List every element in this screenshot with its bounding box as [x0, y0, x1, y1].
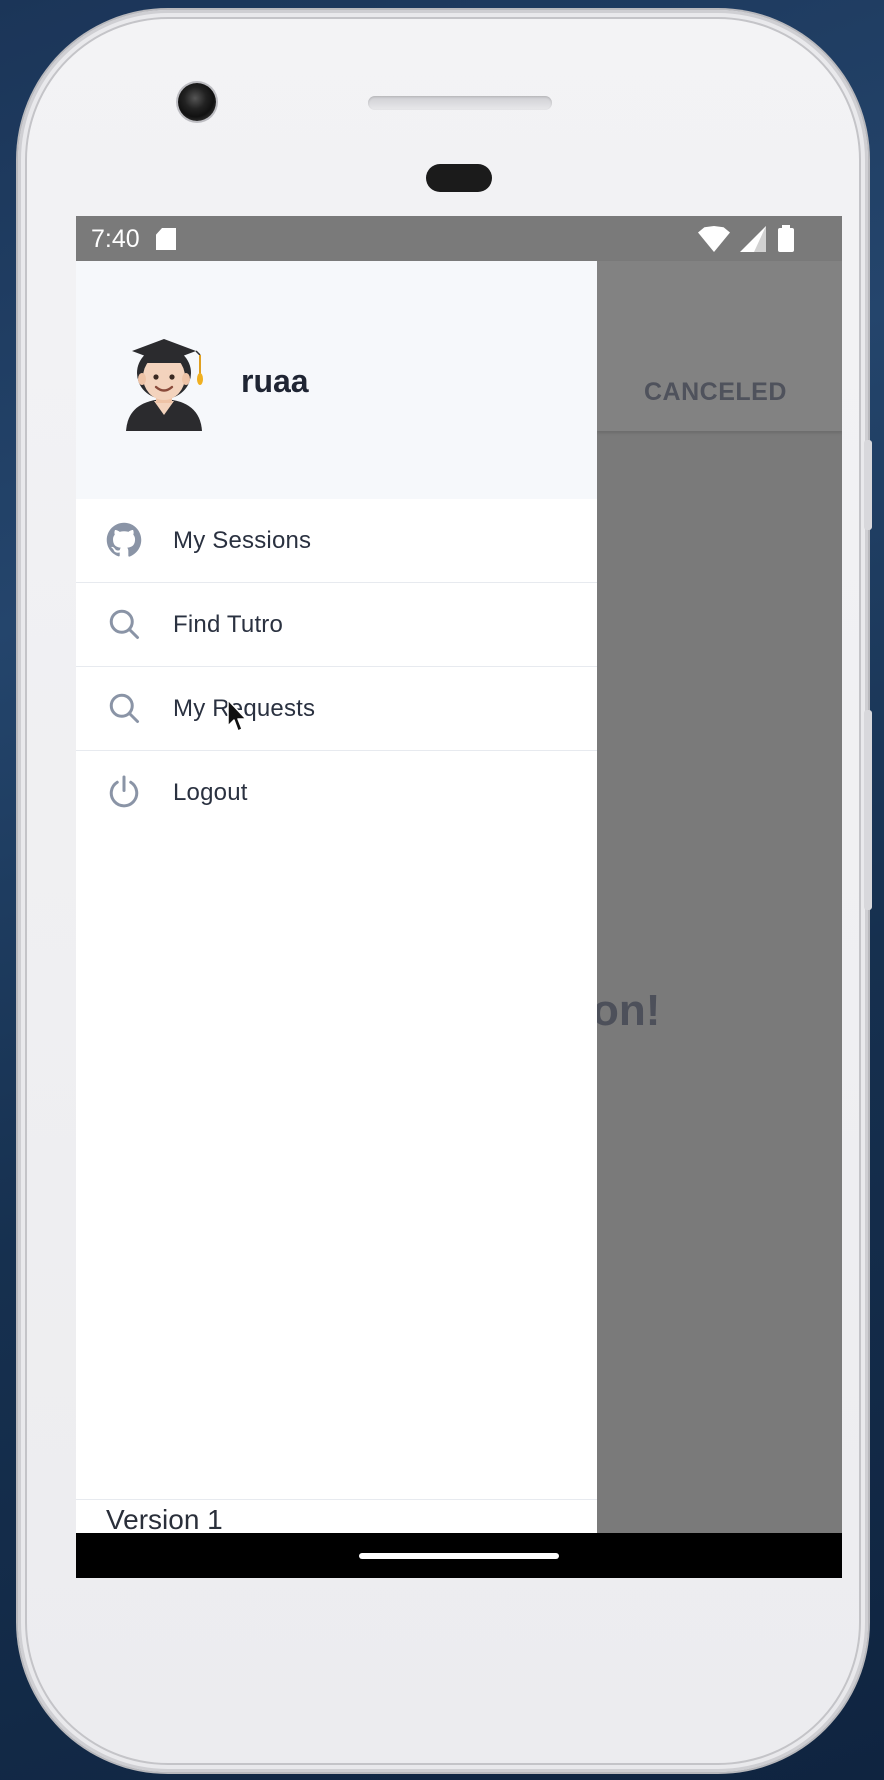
search-icon: [109, 693, 139, 723]
mouse-cursor-icon: [227, 699, 247, 732]
tab-canceled: CANCELED: [644, 378, 787, 406]
background-heading: on!: [592, 986, 661, 1035]
student-avatar-icon: [126, 339, 203, 431]
search-icon: [109, 609, 139, 639]
system-nav-bar: [76, 1533, 842, 1578]
status-bar: 7:40: [76, 216, 842, 261]
github-icon: [106, 522, 142, 557]
drawer-menu: My Sessions Find Tutro My Requests Logou…: [76, 499, 597, 834]
navigation-drawer: ruaa My Sessions Find Tutro My Requests …: [76, 261, 597, 1535]
drawer-footer: Version 1: [76, 1499, 597, 1535]
power-side-button: [864, 440, 872, 530]
status-time: 7:40: [91, 225, 140, 253]
drawer-scrim[interactable]: CANCELED on!: [592, 261, 842, 1533]
power-icon: [109, 775, 139, 808]
earpiece-speaker: [368, 96, 552, 110]
version-label: Version 1: [106, 1504, 223, 1535]
menu-item-my-sessions[interactable]: My Sessions: [76, 499, 597, 583]
drawer-header: ruaa: [76, 261, 597, 499]
battery-icon: [778, 225, 794, 252]
menu-item-find-tutro[interactable]: Find Tutro: [76, 583, 597, 667]
phone-screen: 7:40 CANCELED on! ruaa My Sessions Find …: [76, 216, 842, 1578]
menu-item-my-requests[interactable]: My Requests: [76, 667, 597, 751]
home-indicator[interactable]: [359, 1553, 559, 1559]
wifi-icon: [698, 226, 730, 252]
sd-card-icon: [156, 228, 176, 250]
front-camera: [178, 83, 216, 121]
menu-item-label: Find Tutro: [173, 611, 284, 638]
volume-side-button: [864, 710, 872, 910]
menu-item-label: Logout: [173, 779, 248, 806]
menu-item-label: My Sessions: [173, 527, 312, 554]
proximity-sensor: [426, 164, 492, 192]
status-icons: [698, 225, 828, 252]
background-tab-bar: CANCELED: [597, 261, 842, 431]
phone-frame: 7:40 CANCELED on! ruaa My Sessions Find …: [18, 10, 872, 1772]
menu-item-logout[interactable]: Logout: [76, 751, 597, 834]
user-name: ruaa: [241, 363, 309, 399]
